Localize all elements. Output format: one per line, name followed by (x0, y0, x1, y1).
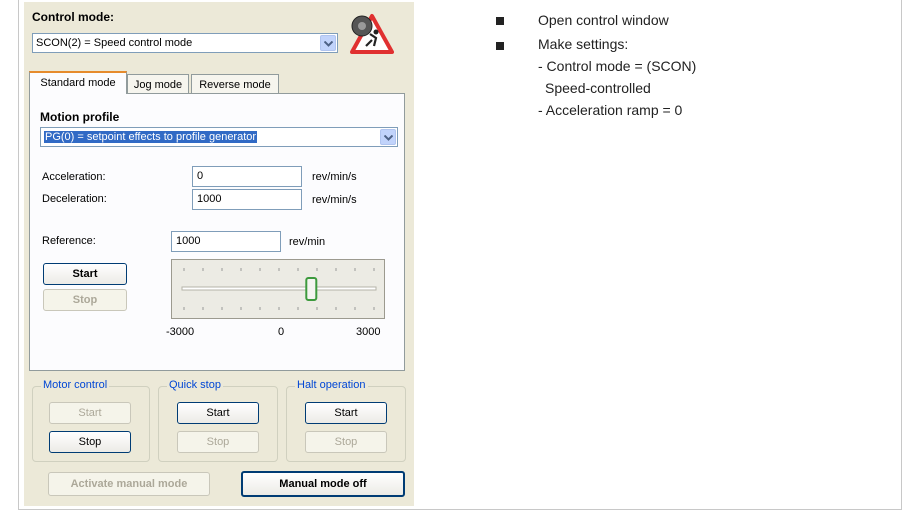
warning-machine-icon (346, 12, 394, 56)
slider-mid-label: 0 (278, 326, 285, 338)
motor-stop-button[interactable]: Stop (49, 431, 131, 453)
manual-mode-off-button[interactable]: Manual mode off (241, 471, 405, 497)
tab-standard-mode[interactable]: Standard mode (29, 71, 127, 94)
halt-operation-group: Halt operation Start Stop (286, 379, 406, 462)
quick-stop-stop-button[interactable]: Stop (177, 431, 259, 453)
slider-max-label: 3000 (356, 326, 381, 338)
activate-manual-mode-button[interactable]: Activate manual mode (48, 472, 210, 496)
instruction-acceleration-ramp: - Acceleration ramp = 0 (538, 102, 683, 118)
deceleration-label: Deceleration: (42, 193, 107, 205)
stop-button[interactable]: Stop (43, 289, 127, 311)
control-mode-label: Control mode: (32, 10, 114, 24)
reference-label: Reference: (42, 235, 96, 247)
chevron-down-icon[interactable] (320, 35, 336, 51)
instruction-control-mode: - Control mode = (SCON) (538, 58, 697, 74)
motor-start-button[interactable]: Start (49, 402, 131, 424)
reference-unit: rev/min (289, 236, 326, 248)
quick-stop-label: Quick stop (167, 379, 223, 391)
slider-thumb[interactable] (305, 277, 318, 301)
bullet-icon (496, 17, 504, 25)
slider-min-label: -3000 (166, 326, 195, 338)
motion-profile-label: Motion profile (40, 110, 120, 124)
halt-operation-label: Halt operation (295, 379, 368, 391)
instruction-make-settings: Make settings: (538, 36, 629, 52)
deceleration-unit: rev/min/s (312, 194, 357, 206)
instruction-speed-controlled: Speed-controlled (545, 80, 651, 96)
acceleration-input[interactable]: 0 (192, 166, 302, 187)
instruction-open-control-window: Open control window (538, 12, 669, 28)
bullet-icon (496, 42, 504, 50)
standard-mode-panel: Motion profile PG(0) = setpoint effects … (29, 93, 405, 371)
motion-profile-value: PG(0) = setpoint effects to profile gene… (44, 131, 258, 143)
reference-slider[interactable] (171, 259, 385, 319)
quick-stop-group: Quick stop Start Stop (158, 379, 278, 462)
control-mode-value: SCON(2) = Speed control mode (36, 37, 193, 49)
halt-stop-button[interactable]: Stop (305, 431, 387, 453)
motor-control-label: Motor control (41, 379, 110, 391)
reference-input[interactable]: 1000 (171, 231, 281, 252)
start-button[interactable]: Start (43, 263, 127, 285)
halt-start-button[interactable]: Start (305, 402, 387, 424)
tab-reverse-mode[interactable]: Reverse mode (191, 74, 279, 94)
control-window: Control mode: SCON(2) = Speed control mo… (24, 2, 414, 506)
tab-jog-mode[interactable]: Jog mode (127, 74, 189, 94)
motion-profile-select[interactable]: PG(0) = setpoint effects to profile gene… (40, 127, 398, 147)
acceleration-unit: rev/min/s (312, 171, 357, 183)
motor-control-group: Motor control Start Stop (32, 379, 150, 462)
quick-stop-start-button[interactable]: Start (177, 402, 259, 424)
deceleration-input[interactable]: 1000 (192, 189, 302, 210)
control-mode-select[interactable]: SCON(2) = Speed control mode (32, 33, 338, 53)
acceleration-label: Acceleration: (42, 171, 106, 183)
chevron-down-icon[interactable] (380, 129, 396, 145)
